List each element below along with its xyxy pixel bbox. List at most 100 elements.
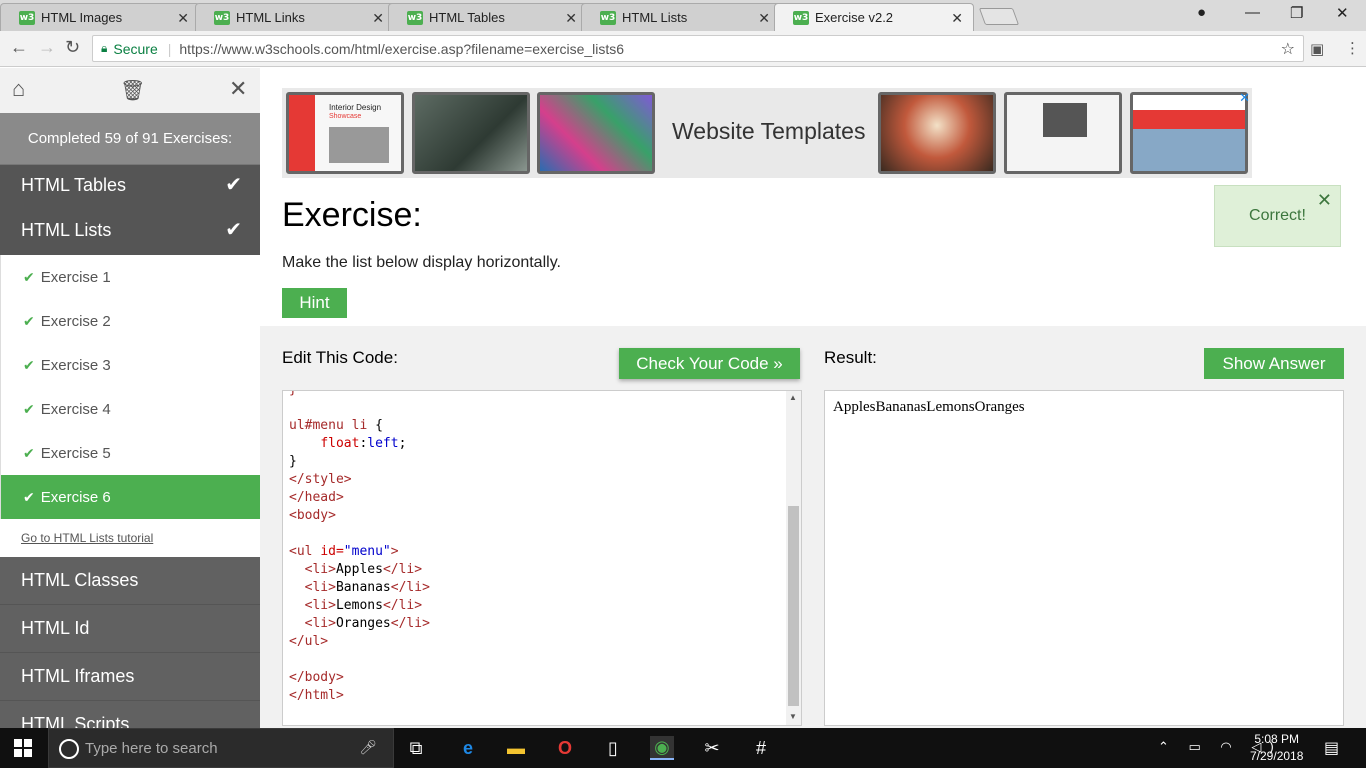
task-view-icon[interactable]: ⧉ (404, 736, 428, 760)
w3schools-favicon-icon: w3 (214, 10, 230, 25)
exercise-item-4[interactable]: ✔ Exercise 4 (0, 387, 260, 431)
show-answer-button[interactable]: Show Answer (1204, 348, 1344, 379)
tab-title: HTML Images (41, 10, 123, 25)
clock-time: 5:08 PM (1254, 732, 1300, 746)
checkmark-icon: ✔ (23, 444, 35, 461)
ad-thumbnail[interactable] (878, 92, 996, 174)
cortana-icon (59, 739, 79, 759)
w3schools-favicon-icon: w3 (19, 10, 35, 25)
file-explorer-icon[interactable]: ▬ (504, 736, 528, 760)
bookmark-star-icon[interactable]: ☆ (1281, 39, 1295, 59)
scroll-down-icon[interactable]: ▼ (789, 712, 797, 721)
profile-icon[interactable]: ● (1197, 4, 1206, 21)
tab-title: HTML Tables (429, 10, 505, 25)
tab-html-lists[interactable]: w3 HTML Lists ✕ (581, 3, 781, 31)
exercise-description: Make the list below display horizontally… (282, 254, 561, 271)
exercise-workspace: Edit This Code: Check Your Code » } ul#m… (260, 326, 1366, 728)
close-alert-icon[interactable]: ✕ (1317, 190, 1332, 211)
code-editor[interactable]: } ul#menu li { float:left; } </style> </… (282, 390, 802, 726)
menu-icon[interactable]: ⋮ (1345, 39, 1360, 57)
clock-date: 7/29/2018 (1250, 749, 1304, 763)
section-label: HTML Tables (21, 175, 127, 195)
check-code-button[interactable]: Check Your Code » (619, 348, 800, 379)
trash-icon[interactable]: 🗑︎ (120, 78, 145, 103)
sidebar-section-html-tables[interactable]: HTML Tables ✔ (0, 165, 260, 207)
tab-title: HTML Links (236, 10, 305, 25)
exercise-item-1[interactable]: ✔ Exercise 1 (0, 255, 260, 299)
tab-html-tables[interactable]: w3 HTML Tables ✕ (388, 3, 588, 31)
minimize-icon[interactable]: — (1245, 4, 1260, 21)
home-icon[interactable]: ⌂ (12, 76, 25, 102)
close-tab-icon[interactable]: ✕ (177, 10, 189, 27)
clock[interactable]: 5:08 PM 7/29/2018 (1250, 731, 1303, 765)
checkmark-icon: ✔ (23, 488, 35, 505)
exercise-label: Exercise 6 (40, 488, 111, 506)
checkmark-icon: ✔ (23, 400, 35, 417)
forward-icon[interactable]: → (38, 37, 56, 58)
ad-thumbnail[interactable] (537, 92, 655, 174)
exercise-item-5[interactable]: ✔ Exercise 5 (0, 431, 260, 475)
exercise-item-3[interactable]: ✔ Exercise 3 (0, 343, 260, 387)
ad-close-icon[interactable]: ✕ (1239, 90, 1250, 106)
sidebar-section-html-lists[interactable]: HTML Lists ✔ (0, 207, 260, 255)
ad-thumb-title: Interior Design (329, 103, 382, 112)
tab-html-images[interactable]: w3 HTML Images ✕ (0, 3, 200, 31)
ad-thumbnail[interactable] (1004, 92, 1122, 174)
back-icon[interactable]: ← (10, 37, 28, 58)
reload-icon[interactable]: ↻ (65, 37, 80, 58)
address-bar[interactable]: 🔒︎ Secure | https://www.w3schools.com/ht… (92, 35, 1304, 62)
sidebar-section-html-scripts[interactable]: HTML Scripts (0, 701, 260, 728)
w3schools-favicon-icon: w3 (793, 10, 809, 25)
code-content[interactable]: } ul#menu li { float:left; } </style> </… (289, 391, 430, 705)
notifications-icon[interactable]: ▤ (1324, 738, 1339, 758)
taskbar: Type here to search 🎤︎ ⧉ e ▬ O ▯ ◉ ✂ # ⌃… (0, 728, 1366, 768)
section-label: HTML Classes (21, 570, 139, 590)
close-tab-icon[interactable]: ✕ (951, 10, 963, 27)
sidebar-section-html-id[interactable]: HTML Id (0, 605, 260, 653)
extension-icon[interactable]: ▣ (1310, 40, 1324, 58)
sidebar-section-html-classes[interactable]: HTML Classes (0, 557, 260, 605)
lock-icon: 🔒︎ (101, 41, 108, 55)
chrome-icon[interactable]: ◉ (650, 736, 674, 760)
scroll-up-icon[interactable]: ▲ (789, 393, 797, 402)
close-tab-icon[interactable]: ✕ (758, 10, 770, 27)
opera-icon[interactable]: O (553, 736, 577, 760)
tab-title: HTML Lists (622, 10, 688, 25)
tab-exercise[interactable]: w3 Exercise v2.2 ✕ (774, 3, 974, 31)
exercise-item-6[interactable]: ✔ Exercise 6 (0, 475, 260, 519)
checkmark-icon: ✔ (225, 219, 242, 241)
close-tab-icon[interactable]: ✕ (372, 10, 384, 27)
scrollbar-thumb[interactable] (788, 506, 799, 706)
tab-html-links[interactable]: w3 HTML Links ✕ (195, 3, 395, 31)
close-tab-icon[interactable]: ✕ (565, 10, 577, 27)
security-label: Secure (113, 40, 158, 57)
maximize-icon[interactable]: ❐ (1290, 4, 1303, 22)
section-label: HTML Lists (21, 220, 112, 240)
close-icon[interactable]: ✕ (229, 76, 247, 102)
checkmark-icon: ✔ (23, 356, 35, 373)
tutorial-link[interactable]: Go to HTML Lists tutorial (0, 519, 260, 557)
new-tab-button[interactable] (978, 8, 1020, 25)
close-window-icon[interactable]: ✕ (1336, 4, 1349, 22)
ad-text[interactable]: Website Templates (672, 118, 865, 145)
exercise-item-2[interactable]: ✔ Exercise 2 (0, 299, 260, 343)
windows-start-icon[interactable] (14, 739, 32, 757)
main-content: Interior Design Showcase Website Templat… (260, 68, 1366, 728)
result-text: ApplesBananasLemonsOranges (833, 399, 1025, 415)
edge-icon[interactable]: e (456, 736, 480, 760)
ad-banner[interactable]: Interior Design Showcase Website Templat… (282, 88, 1252, 178)
page-title: Exercise: (282, 196, 422, 234)
notepad-icon[interactable]: ▯ (601, 736, 625, 760)
tools-icon[interactable]: ✂ (700, 736, 724, 760)
taskbar-search[interactable]: Type here to search 🎤︎ (48, 728, 394, 768)
ad-thumbnail[interactable] (1130, 92, 1248, 174)
ad-thumbnail[interactable] (412, 92, 530, 174)
hint-button[interactable]: Hint (282, 288, 347, 318)
editor-scrollbar[interactable]: ▲ ▼ (786, 391, 801, 725)
exercise-sidebar: ⌂ 🗑︎ ✕ Completed 59 of 91 Exercises: HTM… (0, 68, 260, 728)
slack-icon[interactable]: # (749, 736, 773, 760)
correct-alert: Correct! ✕ (1214, 185, 1341, 247)
microphone-icon[interactable]: 🎤︎ (359, 739, 377, 756)
ad-thumbnail[interactable]: Interior Design Showcase (286, 92, 404, 174)
sidebar-section-html-iframes[interactable]: HTML Iframes (0, 653, 260, 701)
